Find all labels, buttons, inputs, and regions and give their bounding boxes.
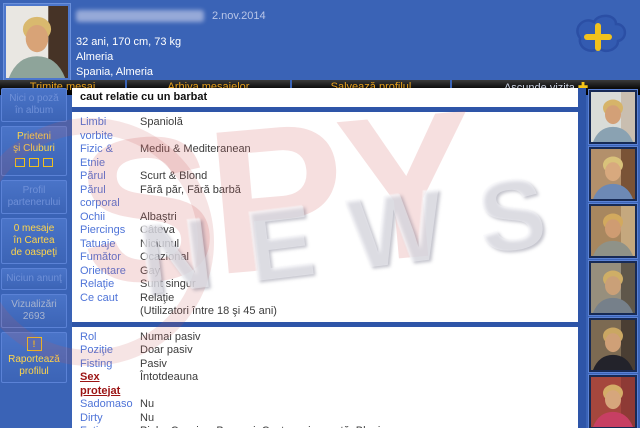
details-section-2: RolNumai pasivPoziţieDoar pasivFistingPa…: [72, 327, 578, 428]
three-squares-icon: [13, 159, 55, 170]
age-height-weight: 32 ani, 170 cm, 73 kg: [76, 35, 266, 50]
row-label: Rol: [80, 331, 140, 345]
row-label: Fisting: [80, 358, 140, 372]
gallery-thumbnail[interactable]: [589, 204, 637, 258]
profile-row: Fizic & EtnieMediu & Mediteranean: [80, 143, 570, 170]
row-value: Albaştri: [140, 211, 177, 225]
warning-icon: !: [27, 337, 42, 351]
row-value: Pasiv: [140, 358, 167, 372]
row-value: Sunt singur: [140, 278, 196, 292]
gallery-thumbnail[interactable]: [589, 375, 637, 428]
row-value: Doar pasiv: [140, 344, 193, 358]
row-value: Mediu & Mediteranean: [140, 143, 251, 170]
profile-photo[interactable]: [4, 4, 70, 80]
add-favorite-cloud-button[interactable]: [562, 4, 628, 72]
row-value: Câteva: [140, 224, 175, 238]
row-label: Piercings: [80, 224, 140, 238]
profile-row: OrientareGay: [80, 265, 570, 279]
row-label: Relaţie: [80, 278, 140, 292]
photo-gallery-rail: [588, 90, 638, 428]
row-value: Ocazional: [140, 251, 189, 265]
country-region: Spania, Almeria: [76, 65, 266, 80]
profile-row: OchiiAlbaştri: [80, 211, 570, 225]
gallery-thumbnail[interactable]: [589, 261, 637, 315]
row-value: Scurt & Blond: [140, 170, 207, 184]
gallery-thumbnail[interactable]: [589, 147, 637, 201]
row-label: Tatuaje: [80, 238, 140, 252]
profile-headline: caut relatie cu un barbat: [72, 88, 578, 107]
sidebar-item-no-album: Nici o poză în album: [1, 88, 67, 122]
row-label: Limbi vorbite: [80, 116, 140, 143]
profile-row: Ce cautRelaţie (Utilizatori între 18 şi …: [80, 292, 570, 319]
row-value: Relaţie (Utilizatori între 18 şi 45 ani): [140, 292, 277, 319]
profile-row: Limbi vorbiteSpaniolă: [80, 116, 570, 143]
row-label: Sadomaso: [80, 398, 140, 412]
row-label: Dirty: [80, 412, 140, 426]
sidebar-item-no-ad: Niciun anunţ: [1, 268, 67, 290]
row-value: Niciunul: [140, 238, 179, 252]
profile-row: DirtyNu: [80, 412, 570, 426]
row-label: Poziţie: [80, 344, 140, 358]
row-value: Fără păr, Fără barbă: [140, 184, 241, 211]
left-sidebar: Nici o poză în album Prieteni şi Cluburi…: [0, 88, 68, 387]
city: Almeria: [76, 50, 266, 65]
row-label: Părul corporal: [80, 184, 140, 211]
profile-row: FumătorOcazional: [80, 251, 570, 265]
sidebar-item-report-profile[interactable]: ! Raportează profilul: [1, 332, 67, 383]
row-value: Gay: [140, 265, 160, 279]
details-section-1: Limbi vorbiteSpaniolăFizic & EtnieMediu …: [72, 112, 578, 322]
profile-row: PoziţieDoar pasiv: [80, 344, 570, 358]
row-label: Ochii: [80, 211, 140, 225]
profile-row: RolNumai pasiv: [80, 331, 570, 345]
profile-row: Sex protejatÎntotdeauna: [80, 371, 570, 398]
profile-row: Părul corporalFără păr, Fără barbă: [80, 184, 570, 211]
sidebar-item-guestbook-messages[interactable]: 0 mesaje în Cartea de oaspeţi: [1, 218, 67, 264]
row-value: Nu: [140, 398, 154, 412]
row-value: Nu: [140, 412, 154, 426]
row-value: Numai pasiv: [140, 331, 201, 345]
visit-date: 2.nov.2014: [212, 10, 266, 22]
profile-summary: 2.nov.2014 32 ani, 170 cm, 73 kg Almeria…: [76, 9, 266, 80]
gallery-thumbnail[interactable]: [589, 90, 637, 144]
cloud-icon: [562, 4, 628, 72]
row-value: Spaniolă: [140, 116, 183, 143]
sidebar-item-views-counter: Vizualizări 2693: [1, 294, 67, 328]
profile-row: RelaţieSunt singur: [80, 278, 570, 292]
gallery-thumbnail[interactable]: [589, 318, 637, 372]
row-label: Fizic & Etnie: [80, 143, 140, 170]
row-label[interactable]: Sex protejat: [80, 371, 140, 398]
profile-row: FistingPasiv: [80, 358, 570, 372]
profile-row: PiercingsCâteva: [80, 224, 570, 238]
profile-row: PărulScurt & Blond: [80, 170, 570, 184]
username-redacted: [76, 10, 204, 22]
profile-row: SadomasoNu: [80, 398, 570, 412]
sidebar-item-partner-profile: Profil partenerului: [1, 180, 67, 214]
sidebar-item-friends-clubs[interactable]: Prieteni şi Cluburi: [1, 126, 67, 176]
row-label: Orientare: [80, 265, 140, 279]
profile-details: caut relatie cu un barbat Limbi vorbiteS…: [72, 88, 586, 428]
profile-row: TatuajeNiciunul: [80, 238, 570, 252]
row-label: Ce caut: [80, 292, 140, 319]
profile-page: 2.nov.2014 32 ani, 170 cm, 73 kg Almeria…: [0, 0, 640, 428]
row-label: Părul: [80, 170, 140, 184]
row-label: Fumător: [80, 251, 140, 265]
row-value: Întotdeauna: [140, 371, 198, 398]
